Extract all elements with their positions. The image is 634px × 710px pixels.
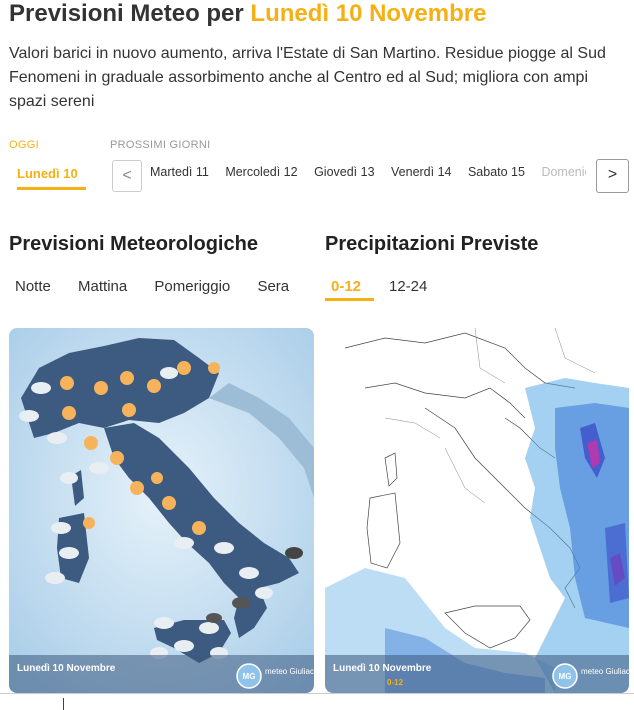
tab-afternoon[interactable]: Pomeriggio — [154, 278, 230, 295]
day-list: Martedì 11 Mercoledì 12 Giovedì 13 Vener… — [150, 165, 586, 185]
weather-map-graphic: MG meteo Giuliacci — [9, 328, 314, 693]
next-day-button[interactable]: > — [596, 159, 629, 193]
today-tab-underline — [17, 187, 86, 190]
logo-text: meteo Giuliacci — [265, 667, 314, 676]
next-days-label: PROSSIMI GIORNI — [110, 139, 211, 151]
today-label: OGGI — [9, 139, 39, 151]
title-prefix: Previsioni Meteo per — [9, 0, 251, 27]
weather-map-caption: Lunedì 10 Novembre — [17, 663, 116, 674]
bottom-bar — [0, 693, 634, 710]
day-tab[interactable]: Venerdì 14 — [391, 165, 451, 179]
title-date: Lunedì 10 Novembre — [250, 0, 487, 27]
precipitation-map-caption: Lunedì 10 Novembre — [333, 663, 432, 674]
day-tab[interactable]: Sabato 15 — [468, 165, 525, 179]
forecast-section-title: Previsioni Meteorologiche — [9, 233, 258, 255]
precipitation-map[interactable]: MG meteo Giuliacci Lunedì 10 Novembre 0-… — [325, 328, 629, 693]
logo-mark: MG — [243, 672, 256, 681]
precipitation-map-range: 0-12 — [387, 678, 404, 687]
tab-evening[interactable]: Sera — [257, 278, 289, 295]
tab-night[interactable]: Notte — [15, 278, 51, 295]
prev-day-button[interactable]: < — [112, 160, 142, 192]
time-of-day-tabs: Notte Mattina Pomeriggio Sera — [15, 278, 312, 295]
tab-precip-0-12[interactable]: 0-12 — [331, 278, 361, 295]
page-title: Previsioni Meteo per Lunedì 10 Novembre — [9, 0, 486, 28]
tab-precip-12-24[interactable]: 12-24 — [389, 278, 427, 295]
precip-section-title: Precipitazioni Previste — [325, 233, 539, 255]
weather-map[interactable]: MG meteo Giuliacci Lunedì 10 Novembre — [9, 328, 314, 693]
tab-today[interactable]: Lunedì 10 — [17, 166, 78, 181]
day-tab[interactable]: Giovedì 13 — [314, 165, 374, 179]
forecast-summary: Valori barici in nuovo aumento, arriva l… — [9, 45, 606, 110]
logo-mark: MG — [559, 672, 572, 681]
tab-morning[interactable]: Mattina — [78, 278, 127, 295]
logo-text: meteo Giuliacci — [581, 667, 629, 676]
day-tab[interactable]: Mercoledì 12 — [225, 165, 297, 179]
precip-tab-underline — [325, 298, 374, 301]
precipitation-map-graphic: MG meteo Giuliacci — [325, 328, 629, 693]
day-tab[interactable]: Domenica 16 — [541, 165, 586, 179]
bottom-divider — [63, 698, 64, 710]
day-tab[interactable]: Martedì 11 — [150, 165, 209, 179]
